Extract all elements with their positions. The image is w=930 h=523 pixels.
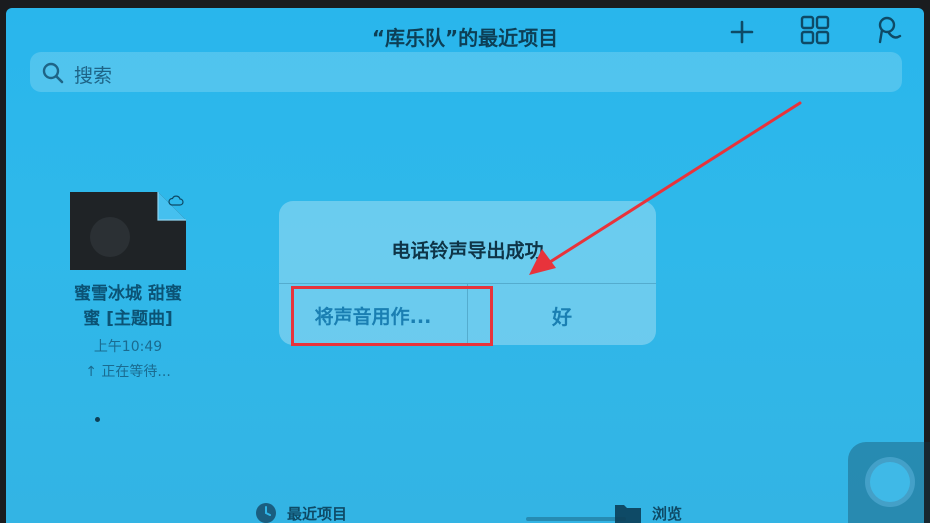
screen: “库乐队”的最近项目 搜索 蜜雪冰城 甜蜜 蜜 [主题曲] 上午10:49 ↑ … [6,8,924,523]
search-placeholder: 搜索 [74,65,113,87]
file-status: ↑ 正在等待... [85,364,171,380]
assistive-touch-icon [870,462,910,502]
plus-icon[interactable] [728,18,756,50]
file-time: 上午10:49 [93,339,163,355]
file-thumbnail[interactable] [70,192,186,270]
tab-recents[interactable]: 最近项目 [255,502,347,523]
ok-button[interactable]: 好 [468,285,656,345]
search-field[interactable]: 搜索 [30,52,902,92]
use-sound-as-button[interactable]: 将声音用作... [279,285,467,345]
clock-icon [256,503,276,523]
alert-dialog: 电话铃声导出成功 将声音用作... 好 [279,201,656,345]
dialog-title: 电话铃声导出成功 [391,240,544,262]
home-indicator [526,517,626,521]
file-name: 蜜雪冰城 甜蜜 蜜 [主题曲] [52,282,204,332]
assistive-touch-button[interactable] [848,442,930,523]
cloud-icon [168,195,184,206]
page-dot [95,417,100,422]
microphone-icon[interactable] [876,14,904,50]
page-title: “库乐队”的最近项目 [371,26,559,50]
file-item[interactable]: 蜜雪冰城 甜蜜 蜜 [主题曲] 上午10:49 ↑ 正在等待... [52,188,204,381]
tab-browse-label: 浏览 [652,504,683,523]
tab-recents-label: 最近项目 [287,504,348,523]
search-icon [42,62,64,84]
grid-icon[interactable] [799,14,831,50]
file-name-line1: 蜜雪冰城 甜蜜 [74,284,182,304]
file-name-line2: 蜜 [主题曲] [83,309,173,329]
